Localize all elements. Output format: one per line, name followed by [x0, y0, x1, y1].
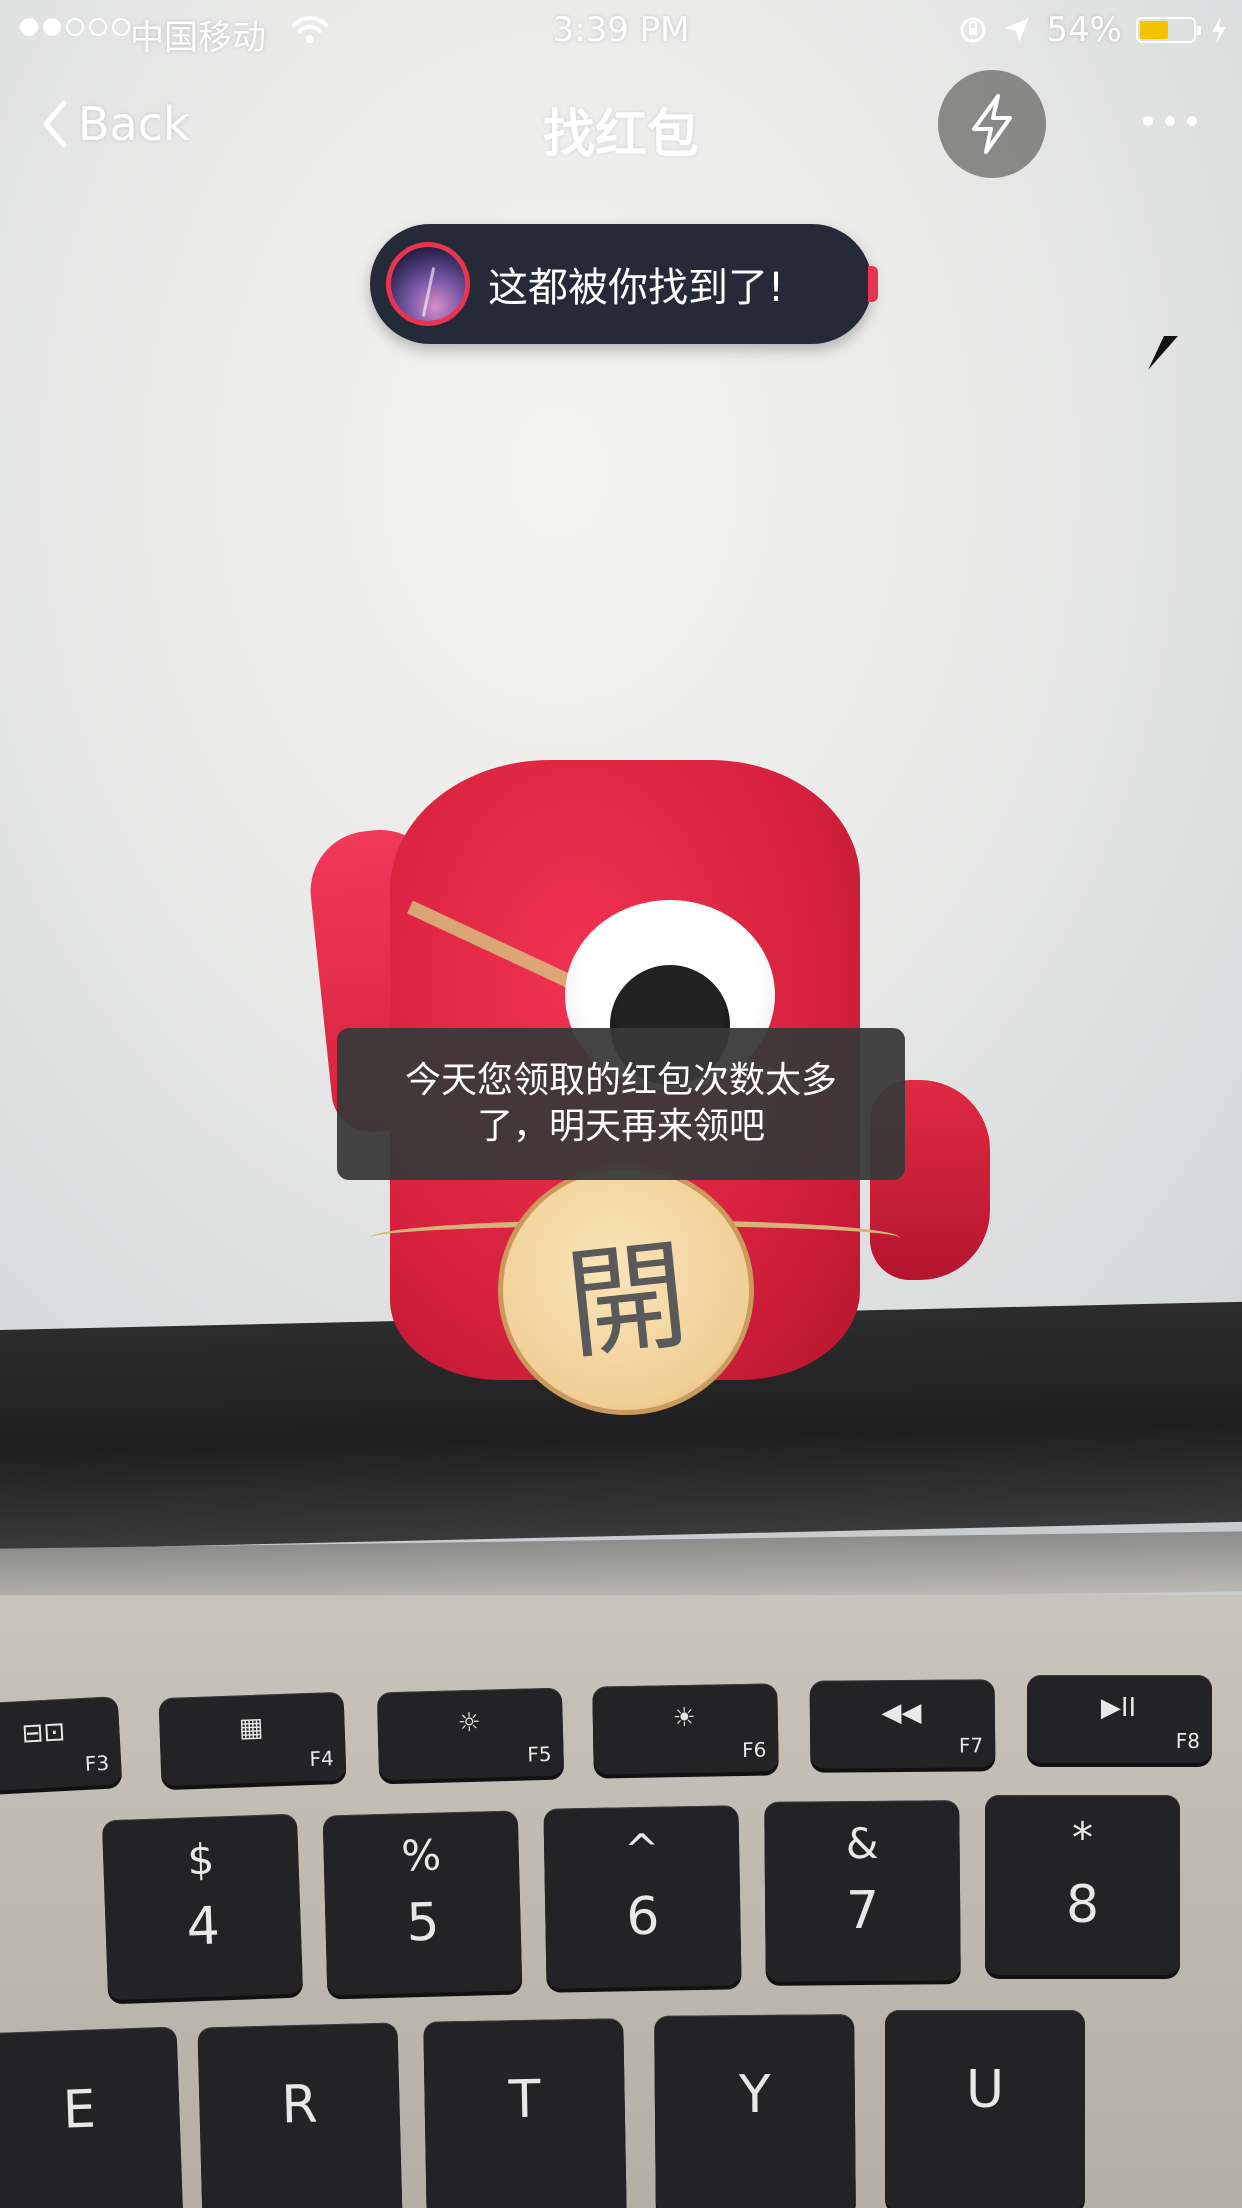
key-e: E	[0, 2026, 184, 2208]
orientation-lock-icon	[960, 17, 986, 43]
key-f3: ⊟⊡ F3	[0, 1696, 123, 1792]
lightning-icon	[972, 94, 1012, 154]
toast-line-1: 今天您领取的红包次数太多	[404, 1060, 837, 1101]
key-y: Y	[654, 2014, 856, 2208]
flash-toggle-button[interactable]	[938, 70, 1046, 178]
toast-line-2: 了，明天再来领吧	[476, 1106, 765, 1147]
charging-icon	[1212, 16, 1226, 44]
key-r: R	[197, 2022, 403, 2208]
battery-percent: 54%	[1046, 10, 1122, 50]
limit-toast: 今天您领取的红包次数太多 了，明天再来领吧	[337, 1028, 905, 1180]
avatar	[386, 242, 470, 326]
more-icon[interactable]	[1130, 106, 1210, 136]
open-coin-button[interactable]: 開	[498, 1165, 754, 1415]
key-4: $ 4	[101, 1813, 304, 2001]
battery-icon	[1136, 17, 1201, 43]
key-f4: ▦ F4	[158, 1691, 347, 1787]
toast-message: 今天您领取的红包次数太多 了，明天再来领吧	[405, 1058, 837, 1150]
key-6: ^ 6	[543, 1805, 742, 1989]
key-f7: ◀◀ F7	[809, 1679, 996, 1769]
key-8: * 8	[985, 1795, 1180, 1975]
key-f8: ▶II F8	[1027, 1675, 1212, 1763]
found-banner: 这都被你找到了!	[370, 224, 878, 344]
key-f5: ☼ F5	[376, 1687, 565, 1781]
battery-level	[1140, 21, 1169, 39]
key-f6: ☀ F6	[592, 1683, 779, 1775]
key-5: % 5	[322, 1810, 523, 1996]
open-glyph: 開	[560, 1226, 695, 1377]
laptop-keyboard: ⊟⊡ F3 ▦ F4 ☼ F5 ☀ F6 ◀◀ F7 ▶II F8 $ 4 %	[0, 1595, 1242, 2208]
location-icon	[1005, 18, 1030, 42]
status-bar: 中国移动 3:39 PM 54%	[0, 0, 1242, 60]
found-message: 这都被你找到了!	[488, 265, 785, 311]
page-title: 找红包	[542, 105, 699, 165]
nav-bar: Back 找红包	[0, 60, 1242, 190]
key-t: T	[423, 2018, 627, 2208]
key-7: & 7	[764, 1800, 961, 1982]
status-indicators: 54%	[958, 10, 1228, 50]
key-u: U	[885, 2010, 1085, 2208]
